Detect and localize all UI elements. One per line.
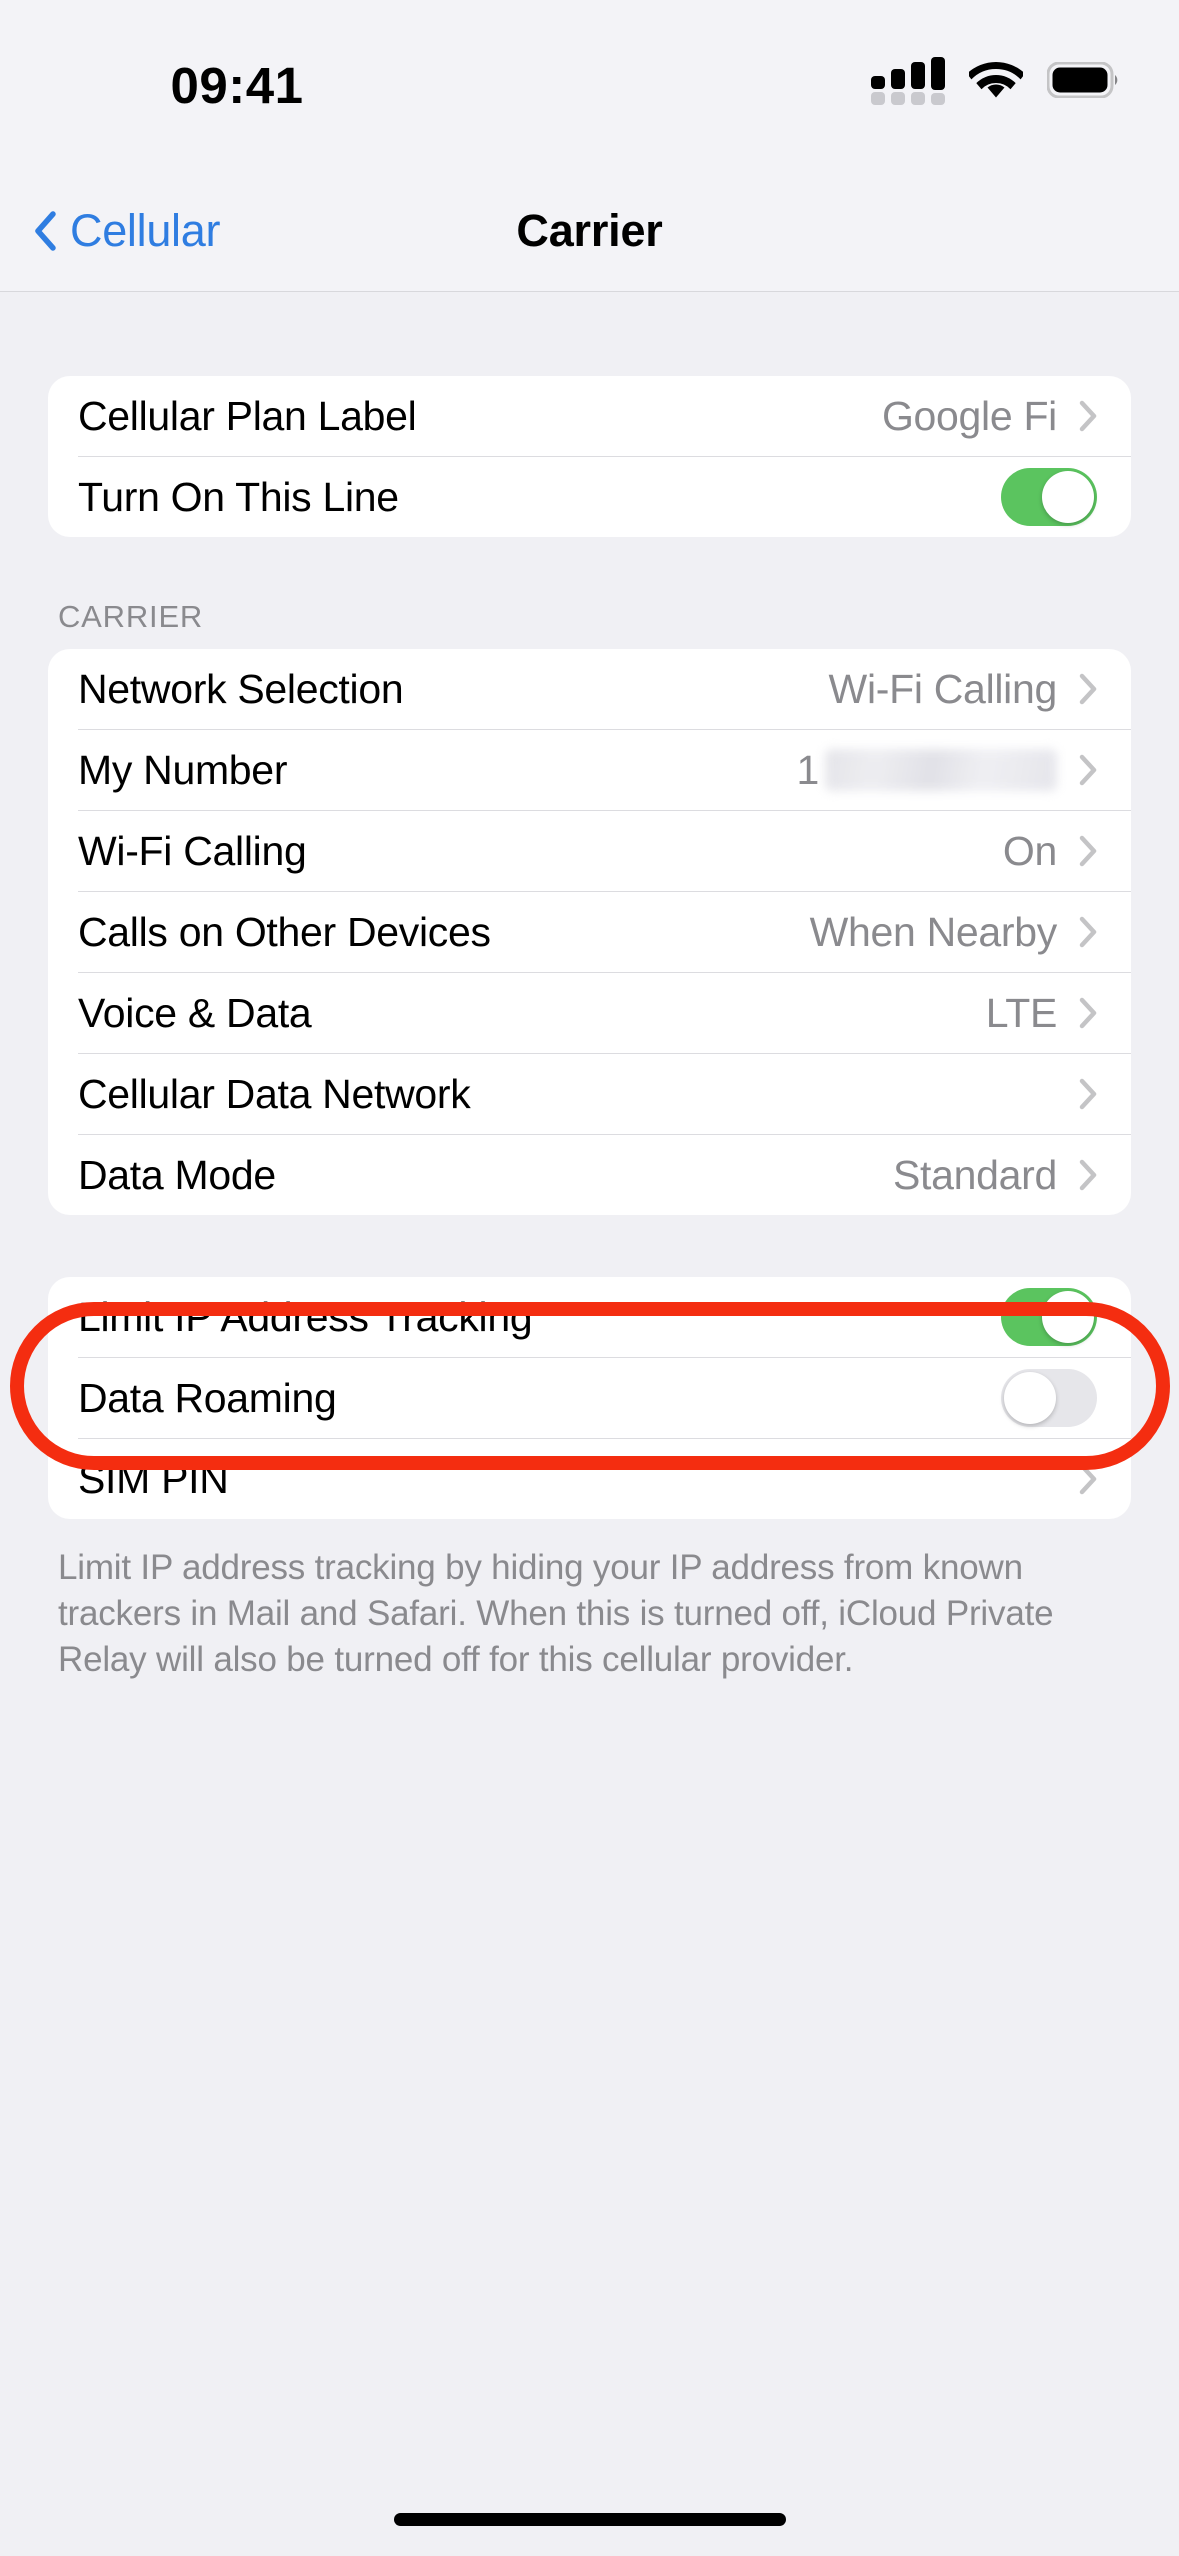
row-value: Google Fi	[881, 392, 1057, 439]
row-network-selection[interactable]: Network Selection Wi-Fi Calling	[48, 649, 1131, 729]
row-data-roaming[interactable]: Data Roaming	[48, 1358, 1131, 1438]
battery-full-icon	[1047, 62, 1118, 98]
group-footer-note: Limit IP address tracking by hiding your…	[58, 1548, 1054, 1679]
row-wifi-calling[interactable]: Wi-Fi Calling On	[48, 811, 1131, 891]
status-bar-time: 09:41	[170, 57, 304, 114]
status-bar: 09:41	[0, 0, 1179, 170]
row-label: Limit IP Address Tracking	[78, 1293, 533, 1340]
row-label: Wi-Fi Calling	[78, 827, 307, 874]
row-label: Data Mode	[78, 1151, 276, 1198]
wifi-icon	[969, 61, 1023, 98]
row-label: Cellular Data Network	[78, 1070, 471, 1117]
row-calls-on-other-devices[interactable]: Calls on Other Devices When Nearby	[48, 892, 1131, 972]
row-value: Standard	[892, 1151, 1057, 1198]
chevron-right-icon	[1079, 1463, 1097, 1495]
row-label: Cellular Plan Label	[78, 392, 417, 439]
chevron-right-icon	[1079, 754, 1097, 786]
row-label: My Number	[78, 746, 288, 793]
row-value: Wi-Fi Calling	[828, 665, 1058, 712]
row-turn-on-this-line[interactable]: Turn On This Line	[48, 457, 1131, 537]
chevron-right-icon	[1079, 835, 1097, 867]
group-header-carrier: CARRIER	[58, 599, 204, 634]
row-label: SIM PIN	[78, 1455, 229, 1502]
row-label: Data Roaming	[78, 1374, 337, 1421]
row-label: Voice & Data	[78, 989, 312, 1036]
row-label: Calls on Other Devices	[78, 908, 491, 955]
chevron-right-icon	[1079, 1078, 1097, 1110]
status-bar-icons	[871, 57, 1119, 105]
chevron-right-icon	[1079, 916, 1097, 948]
row-value: 1	[796, 746, 819, 793]
home-indicator[interactable]	[393, 2513, 786, 2526]
redacted-phone-number	[825, 749, 1057, 791]
my-number-value: 1	[796, 747, 1057, 794]
row-data-mode[interactable]: Data Mode Standard	[48, 1135, 1131, 1215]
row-cellular-data-network[interactable]: Cellular Data Network	[48, 1054, 1131, 1134]
toggle-data-roaming[interactable]	[1001, 1369, 1097, 1427]
row-label: Network Selection	[78, 665, 404, 712]
settings-group-carrier: Network Selection Wi-Fi Calling My Numbe…	[48, 649, 1131, 1215]
back-button[interactable]: Cellular	[24, 170, 230, 292]
chevron-left-icon	[35, 211, 56, 251]
row-my-number[interactable]: My Number 1	[48, 730, 1131, 810]
settings-group-plan: Cellular Plan Label Google Fi Turn On Th…	[48, 376, 1131, 537]
row-voice-and-data[interactable]: Voice & Data LTE	[48, 973, 1131, 1053]
row-limit-ip-address-tracking[interactable]: Limit IP Address Tracking	[48, 1277, 1131, 1357]
row-value: On	[1002, 827, 1057, 874]
settings-group-privacy: Limit IP Address Tracking Data Roaming S…	[48, 1277, 1131, 1519]
navigation-bar: Carrier Cellular	[0, 170, 1179, 292]
row-label: Turn On This Line	[78, 473, 399, 520]
settings-content: Cellular Plan Label Google Fi Turn On Th…	[0, 292, 1179, 2556]
row-sim-pin[interactable]: SIM PIN	[48, 1439, 1131, 1519]
row-value: LTE	[985, 989, 1058, 1036]
chevron-right-icon	[1079, 997, 1097, 1029]
row-value: When Nearby	[809, 908, 1058, 955]
toggle-turn-on-this-line[interactable]	[1001, 468, 1097, 526]
chevron-right-icon	[1079, 1159, 1097, 1191]
chevron-right-icon	[1079, 400, 1097, 432]
toggle-limit-ip-address-tracking[interactable]	[1001, 1288, 1097, 1346]
back-button-label: Cellular	[70, 205, 221, 256]
chevron-right-icon	[1079, 673, 1097, 705]
cellular-signal-icon	[871, 57, 945, 105]
row-cellular-plan-label[interactable]: Cellular Plan Label Google Fi	[48, 376, 1131, 456]
iphone-screen: 09:41 Carrier Cellular Cellular Plan Lab…	[0, 0, 1179, 2556]
